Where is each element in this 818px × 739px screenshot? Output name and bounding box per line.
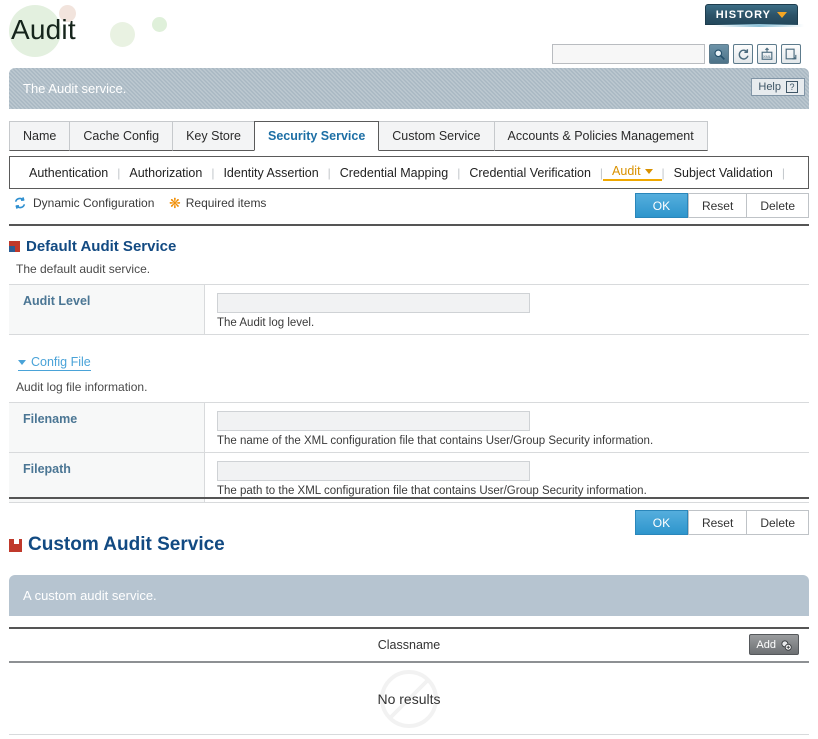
chevron-down-icon: [644, 169, 653, 175]
subnav-separator: |: [781, 165, 785, 180]
filename-input[interactable]: [217, 411, 530, 431]
chevron-down-icon: [777, 11, 787, 18]
action-bar: Dynamic Configuration ❋ Required items O…: [9, 193, 809, 219]
footer-divider: [9, 497, 809, 499]
required-items-label: Required items: [185, 196, 267, 210]
form-button-group-bottom: OK Reset Delete: [9, 510, 809, 535]
add-button-label: Add: [756, 638, 776, 651]
tab-cache-config[interactable]: Cache Config: [69, 121, 174, 151]
page-title: Audit: [11, 14, 76, 45]
refresh-icon[interactable]: [733, 44, 753, 64]
subnav-item-authorization[interactable]: Authorization: [120, 166, 211, 180]
tab-accounts-policies-management[interactable]: Accounts & Policies Management: [493, 121, 708, 151]
subnav-bar: Authentication | Authorization | Identity As…: [9, 156, 809, 189]
custom-service-square-icon: [9, 538, 22, 552]
history-underglow: [714, 24, 804, 27]
help-button[interactable]: Help ?: [751, 78, 805, 96]
custom-audit-service-title-text: Custom Audit Service: [28, 534, 225, 555]
dynamic-configuration-link[interactable]: Dynamic Configuration: [13, 196, 154, 210]
ok-button[interactable]: OK: [634, 193, 688, 218]
audit-level-input[interactable]: [217, 293, 530, 313]
subnav-item-credential-verification[interactable]: Credential Verification: [460, 166, 600, 180]
field-hint-audit-level: The Audit log level.: [217, 317, 315, 329]
question-mark-icon: ?: [786, 81, 798, 93]
section-divider: [9, 224, 809, 226]
required-items-legend: ❋ Required items: [169, 196, 266, 210]
search-input[interactable]: [552, 44, 705, 64]
form-footer: OK Reset Delete: [9, 497, 809, 535]
subnav-item-audit[interactable]: Audit: [603, 164, 662, 181]
field-label-filepath: Filepath: [9, 453, 205, 502]
tab-custom-service[interactable]: Custom Service: [378, 121, 495, 151]
dynamic-configuration-label: Dynamic Configuration: [33, 196, 155, 210]
service-square-icon: [9, 241, 20, 252]
custom-service-banner-text: A custom audit service.: [23, 588, 157, 603]
form-button-group-top: OK Reset Delete: [634, 193, 809, 218]
field-cell-filename: The name of the XML configuration file t…: [205, 403, 809, 452]
field-label-filename: Filename: [9, 403, 205, 452]
subnav-item-subject-validation[interactable]: Subject Validation: [665, 166, 782, 180]
delete-button[interactable]: Delete: [747, 193, 809, 218]
config-file-toggle[interactable]: Config File: [18, 355, 91, 371]
decorative-circle-medium: [110, 22, 135, 47]
delete-button-bottom[interactable]: Delete: [747, 510, 809, 535]
asterisk-icon: ❋: [169, 195, 181, 211]
empty-state: No results: [9, 663, 809, 735]
filepath-input[interactable]: [217, 461, 530, 481]
reset-button-bottom[interactable]: Reset: [687, 510, 748, 535]
no-results-text: No results: [377, 690, 441, 707]
decorative-circle-small: [152, 17, 167, 32]
tab-security-service[interactable]: Security Service: [253, 121, 380, 151]
default-audit-service-title-text: Default Audit Service: [26, 238, 177, 255]
reset-button[interactable]: Reset: [687, 193, 748, 218]
history-button-label: HISTORY: [715, 8, 771, 21]
tab-name[interactable]: Name: [9, 121, 71, 151]
field-row-audit-level: Audit Level The Audit log level.: [9, 285, 809, 335]
custom-audit-service-section: Custom Audit Service A custom audit serv…: [9, 534, 809, 735]
help-button-label: Help: [758, 81, 781, 93]
subnav-item-authentication[interactable]: Authentication: [20, 166, 117, 180]
search-icon[interactable]: [709, 44, 729, 64]
custom-service-banner: A custom audit service.: [9, 575, 809, 616]
default-audit-service-title: Default Audit Service: [9, 238, 809, 255]
tab-bar: Name Cache Config Key Store Security Servic…: [9, 121, 708, 151]
app-header: Audit HISTORY XML: [0, 0, 818, 64]
custom-audit-service-title: Custom Audit Service: [9, 534, 809, 556]
toolbar: XML: [552, 44, 801, 64]
ok-button-bottom[interactable]: OK: [634, 510, 688, 535]
history-button[interactable]: HISTORY: [704, 4, 798, 25]
add-button[interactable]: Add: [749, 634, 799, 655]
field-row-filename: Filename The name of the XML configuratio…: [9, 403, 809, 453]
add-gear-icon: [781, 639, 792, 651]
field-hint-filename: The name of the XML configuration file t…: [217, 435, 654, 447]
subnav-item-identity-assertion[interactable]: Identity Assertion: [214, 166, 327, 180]
config-file-label: Config File: [31, 355, 91, 369]
default-audit-service-section: Default Audit Service The default audit …: [9, 224, 809, 503]
table-header-row: Classname Add: [9, 629, 809, 663]
chevron-down-icon: [18, 359, 26, 365]
page-root: Audit HISTORY XML The Audit service. Hel…: [0, 0, 818, 739]
config-file-description: Audit log file information.: [16, 380, 148, 394]
field-hint-filepath: The path to the XML configuration file t…: [217, 485, 647, 497]
sync-icon: [14, 197, 26, 209]
tab-key-store[interactable]: Key Store: [172, 121, 255, 151]
svg-text:XML: XML: [763, 54, 772, 59]
service-banner-text: The Audit service.: [23, 81, 127, 96]
config-fields-table: Filename The name of the XML configuratio…: [9, 403, 809, 503]
export-xml-icon[interactable]: XML: [757, 44, 777, 64]
field-cell-audit-level: The Audit log level.: [205, 285, 809, 334]
default-fields-table: Audit Level The Audit log level.: [9, 285, 809, 335]
export-doc-icon[interactable]: [781, 44, 801, 64]
default-audit-service-description: The default audit service.: [16, 262, 151, 276]
service-banner: The Audit service.: [9, 68, 809, 109]
field-cell-filepath: The path to the XML configuration file t…: [205, 453, 809, 502]
field-label-audit-level: Audit Level: [9, 285, 205, 334]
field-row-filepath: Filepath The path to the XML configuratio…: [9, 453, 809, 503]
subnav-item-credential-mapping[interactable]: Credential Mapping: [331, 166, 457, 180]
column-header-classname: Classname: [377, 638, 441, 652]
